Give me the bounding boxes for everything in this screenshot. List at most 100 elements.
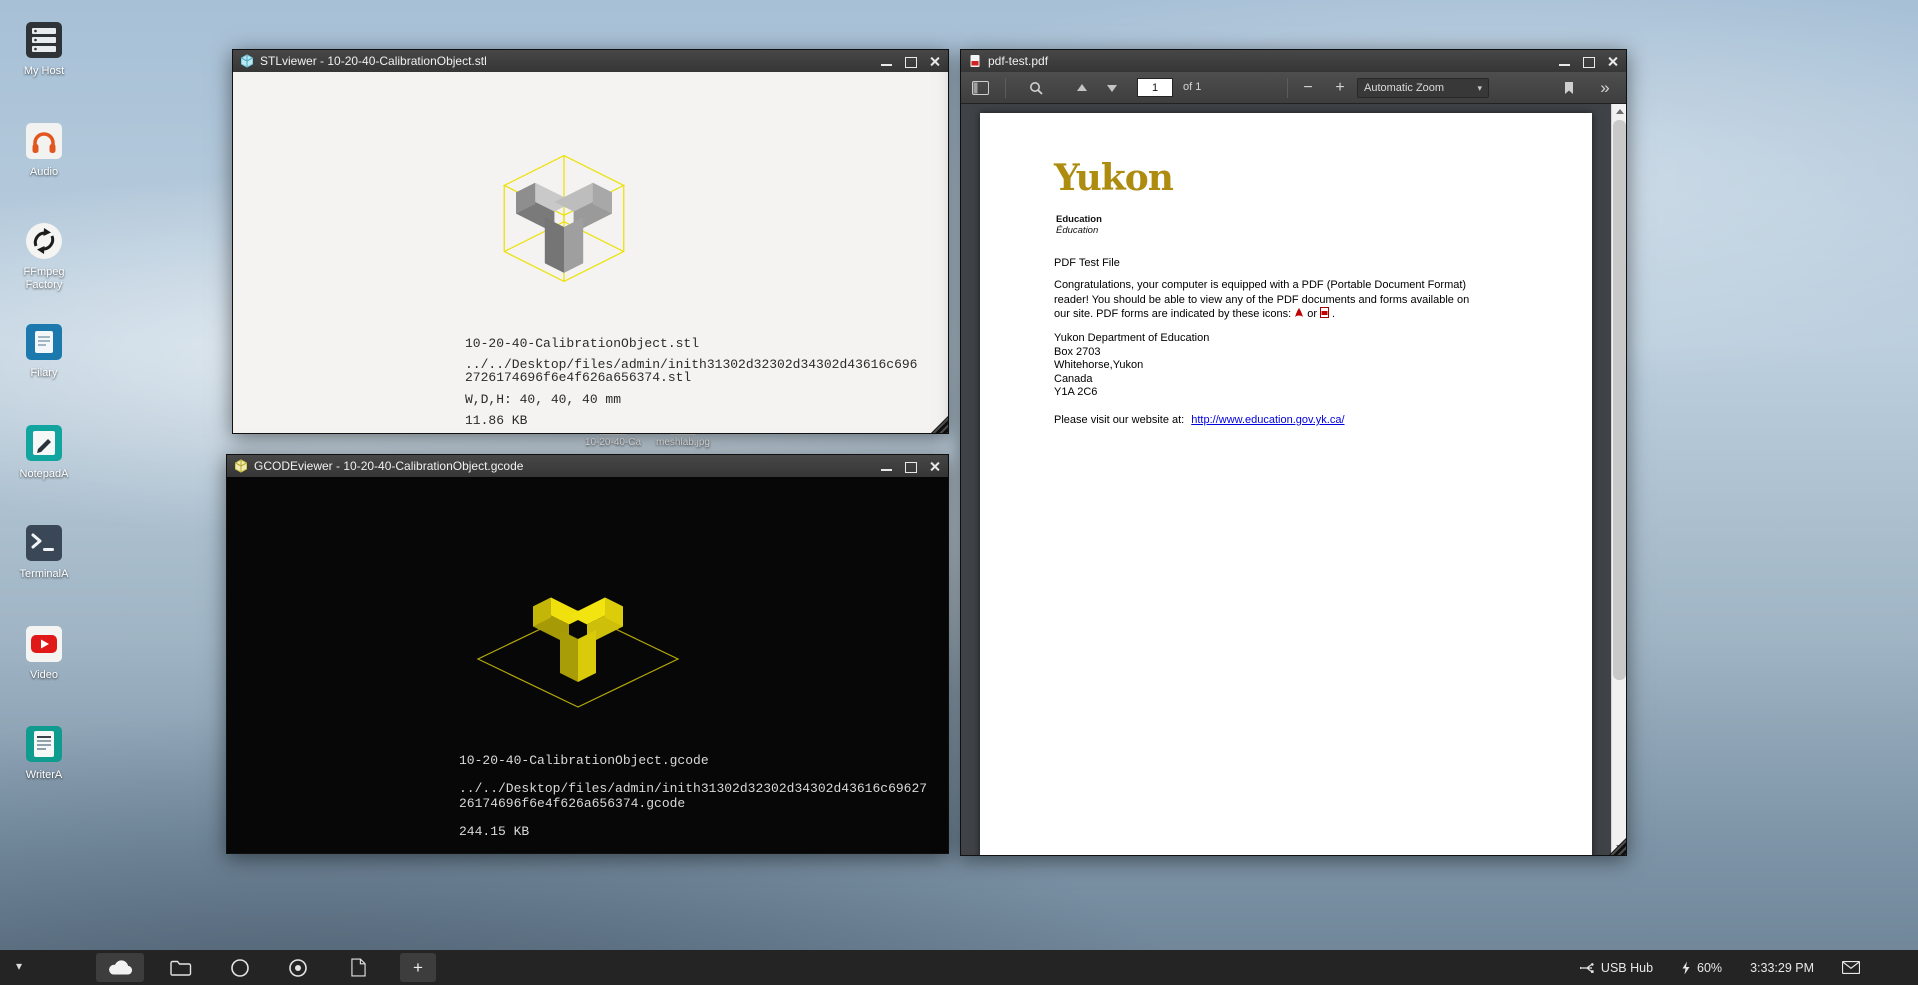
desktop-icon-terminala[interactable]: TerminalA (8, 521, 80, 581)
usb-label: USB Hub (1601, 961, 1653, 975)
address-line: Y1A 2C6 (1054, 386, 1209, 400)
website-label: Please visit our website at: (1054, 414, 1184, 426)
desktop-icon-audio[interactable]: Audio (8, 119, 80, 179)
pdf-paragraph: Congratulations, your computer is equipp… (1054, 278, 1534, 323)
clock[interactable]: 3:33:29 PM (1750, 961, 1814, 975)
file-manager-icon (22, 320, 66, 364)
minimize-button[interactable] (880, 56, 893, 67)
desktop-icon-writera[interactable]: WriterA (8, 722, 80, 782)
previous-page-button[interactable] (1069, 76, 1095, 100)
bookmark-button[interactable] (1556, 76, 1582, 100)
close-button[interactable] (928, 56, 941, 67)
desktop-icon-label: Audio (30, 166, 58, 179)
taskbar-gcodeviewer-button[interactable] (284, 953, 312, 982)
battery-tray-item[interactable]: 60% (1681, 961, 1722, 975)
maximize-button[interactable] (904, 461, 917, 472)
scrollbar-thumb[interactable] (1613, 120, 1626, 680)
stlviewer-window: STLviewer - 10-20-40-CalibrationObject.s… (232, 49, 949, 434)
desktop-icon-label: Filary (31, 367, 58, 380)
gcodeviewer-window: GCODEviewer - 10-20-40-CalibrationObject… (226, 454, 949, 854)
pdf-page: Yukon Education Éducation PDF Test File … (980, 113, 1592, 855)
paragraph-line: reader! You should be able to view any o… (1054, 294, 1469, 306)
taskbar: ▾ + USB Hub 60% 3:33:29 PM (0, 950, 1918, 985)
website-line: Please visit our website at: http://www.e… (1054, 414, 1345, 426)
address-line: Yukon Department of Education (1054, 332, 1209, 346)
desktop-icon-ffmpeg-factory[interactable]: FFmpeg Factory (8, 219, 80, 292)
window-title: STLviewer - 10-20-40-CalibrationObject.s… (260, 54, 874, 68)
taskbar-pdf-button[interactable] (344, 953, 372, 982)
address-block: Yukon Department of Education Box 2703 W… (1054, 332, 1209, 400)
next-page-button[interactable] (1099, 76, 1125, 100)
headphones-icon (22, 119, 66, 163)
writer-document-icon (22, 722, 66, 766)
mail-tray-item[interactable] (1842, 961, 1860, 974)
zoom-level-dropdown[interactable]: Automatic Zoom ▾ (1357, 78, 1489, 98)
stlviewer-titlebar[interactable]: STLviewer - 10-20-40-CalibrationObject.s… (233, 50, 948, 72)
cloud-icon (106, 959, 134, 977)
pdf-viewer-area[interactable]: Yukon Education Éducation PDF Test File … (961, 104, 1626, 855)
gcode-3d-viewport[interactable]: 10-20-40-CalibrationObject.gcode ../../D… (227, 477, 948, 853)
minimize-button[interactable] (880, 461, 893, 472)
vertical-scrollbar[interactable] (1611, 104, 1626, 855)
video-player-icon (22, 622, 66, 666)
yukon-logo-education: Education (1056, 214, 1102, 225)
app-circle-icon (230, 958, 250, 978)
stl-3d-viewport[interactable]: 10-20-40-CalibrationObject.stl ../../Des… (233, 72, 948, 433)
taskbar-new-button[interactable]: + (400, 953, 436, 982)
desktop-icon-notepada[interactable]: NotepadA (8, 421, 80, 481)
desktop-icon-label: TerminalA (20, 568, 69, 581)
stl-filepath-line2: 2726174696f6e4f626a656374.stl (465, 370, 691, 385)
gcode-filename: 10-20-40-CalibrationObject.gcode (459, 753, 709, 768)
yukon-logo-education-fr: Éducation (1056, 225, 1098, 236)
taskbar-cloud-button[interactable] (96, 953, 144, 982)
desktop-icon-filary[interactable]: Filary (8, 320, 80, 380)
secondary-toolbar-button[interactable]: » (1592, 76, 1618, 100)
file-fragment-label: 10-20-40-Ca (578, 437, 648, 448)
gcodeviewer-app-icon (234, 459, 248, 473)
maximize-button[interactable] (904, 56, 917, 67)
address-line: Whitehorse,Yukon (1054, 359, 1209, 373)
desktop: { "desktop": { "icons": [ { "label": "My… (0, 0, 1918, 985)
system-tray: USB Hub 60% 3:33:29 PM (1580, 950, 1918, 985)
window-title: pdf-test.pdf (988, 54, 1552, 68)
close-button[interactable] (928, 461, 941, 472)
double-chevron-icon: » (1600, 80, 1609, 96)
chevron-down-icon: ▾ (1477, 83, 1482, 94)
arrow-up-icon (1076, 82, 1088, 94)
sidebar-toggle-icon (972, 81, 989, 95)
desktop-icon-label: Video (30, 669, 58, 682)
pdf-heading: PDF Test File (1054, 257, 1120, 269)
stl-model-render (489, 147, 639, 307)
stl-filesize: 11.86 KB (465, 413, 527, 428)
zoom-out-button[interactable]: − (1295, 76, 1321, 100)
website-link[interactable]: http://www.education.gov.yk.ca/ (1191, 414, 1344, 426)
page-number-input[interactable] (1137, 78, 1173, 97)
taskbar-expand-caret[interactable]: ▾ (16, 959, 22, 973)
window-title: GCODEviewer - 10-20-40-CalibrationObject… (254, 459, 874, 473)
taskbar-files-button[interactable] (166, 953, 196, 982)
host-icon (22, 18, 66, 62)
paragraph-or: or (1307, 308, 1317, 320)
desktop-icon-my-host[interactable]: My Host (8, 18, 80, 78)
taskbar-stlviewer-button[interactable] (226, 953, 254, 982)
usb-tray-item[interactable]: USB Hub (1580, 961, 1653, 975)
maximize-button[interactable] (1582, 56, 1595, 67)
file-fragment-label: meshlab.jpg (648, 437, 718, 448)
acrobat-icon (1294, 307, 1304, 323)
desktop-icon-video[interactable]: Video (8, 622, 80, 682)
power-icon (1681, 961, 1691, 975)
gcodeviewer-titlebar[interactable]: GCODEviewer - 10-20-40-CalibrationObject… (227, 455, 948, 477)
sidebar-toggle-button[interactable] (967, 76, 993, 100)
desktop-icon-label: WriterA (26, 769, 62, 782)
stl-filename: 10-20-40-CalibrationObject.stl (465, 336, 699, 351)
pdf-titlebar[interactable]: pdf-test.pdf (961, 50, 1626, 72)
minimize-button[interactable] (1558, 56, 1571, 67)
scroll-up-arrow[interactable] (1612, 104, 1626, 119)
gcode-object-yellow (533, 598, 623, 683)
desktop-icon-label: My Host (24, 65, 64, 78)
yukon-logo: Yukon (1054, 157, 1173, 199)
find-button[interactable] (1023, 76, 1049, 100)
zoom-in-button[interactable]: + (1327, 76, 1353, 100)
close-button[interactable] (1606, 56, 1619, 67)
envelope-icon (1842, 961, 1860, 974)
